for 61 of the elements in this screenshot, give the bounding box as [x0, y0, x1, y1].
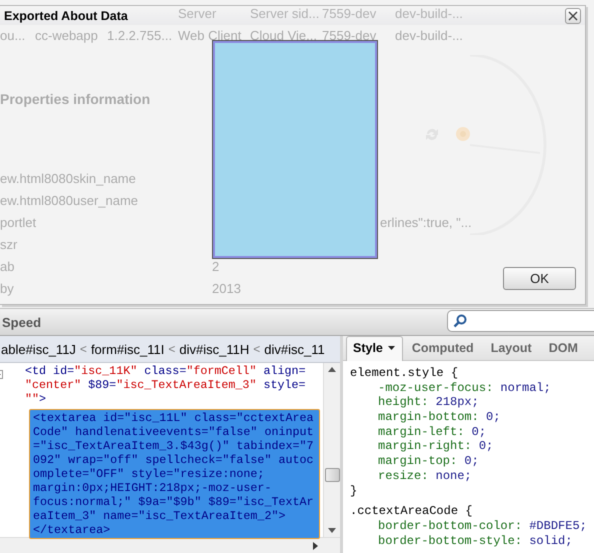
table-cell-text: 7559-dev: [322, 6, 378, 20]
table-cell-text: dev-build-...: [395, 28, 464, 42]
table-cell-text: Cloud Vie...: [250, 28, 318, 42]
css-property: margin-bottom: 0;: [377, 410, 502, 425]
css-property: border-bottom-style: solid;: [377, 534, 574, 548]
breadcrumb-separator: <: [80, 342, 87, 356]
property-value: 2013: [212, 280, 242, 296]
closing-brace: }: [350, 484, 358, 498]
css-property: height: 218px;: [377, 395, 480, 410]
search-icon: [453, 314, 467, 328]
panel-tab[interactable]: Style: [346, 336, 403, 361]
property-name: ab: [0, 258, 16, 274]
code-line: "">: [25, 392, 48, 406]
caret-icon: [388, 346, 395, 350]
section-title: Properties information: [0, 91, 152, 109]
property-name: szr: [0, 236, 18, 252]
code-line: "center" $89="isc_TextAreaItem_3" style=: [25, 378, 307, 392]
close-button[interactable]: [565, 8, 581, 24]
vertical-scrollbar[interactable]: [323, 363, 340, 537]
css-property: margin-left: 0;: [377, 424, 488, 440]
down-arrow-icon[interactable]: [328, 528, 336, 533]
panel-tab[interactable]: DOM: [542, 336, 586, 360]
selected-node[interactable]: [29, 409, 320, 539]
right-arrow-icon[interactable]: [313, 542, 318, 550]
property-name: ew.html8080user_name: [0, 192, 140, 208]
up-arrow-icon[interactable]: [328, 367, 336, 372]
css-property: resize: none;: [377, 468, 473, 484]
table-cell-text: Web Client: [178, 28, 242, 42]
css-property: border-bottom-color: #DBDFE5;: [377, 518, 588, 534]
css-selector: element.style {: [350, 366, 460, 381]
property-name: ew.html8080skin_name: [0, 170, 137, 186]
breadcrumb-item[interactable]: div#isc_11H: [179, 342, 250, 356]
ok-button[interactable]: OK: [503, 267, 576, 290]
search-field[interactable]: [447, 310, 594, 332]
table-cell-text: Server sid...: [250, 6, 320, 20]
scrollbar-thumb[interactable]: [325, 468, 340, 482]
css-property: margin-top: 0;: [377, 454, 480, 469]
dialog-title: Exported About Data: [4, 8, 128, 22]
table-cell-text: ou...: [0, 28, 26, 42]
css-selector: .cctextAreaCode {: [350, 504, 474, 519]
table-cell-text: 7559-dev: [322, 28, 378, 42]
breadcrumb-item[interactable]: form#isc_11I: [90, 342, 164, 356]
breadcrumb-item[interactable]: able#isc_11J: [1, 342, 76, 356]
css-property: margin-right: 0;: [377, 439, 494, 454]
code-line: <td id="isc_11K" class="formCell" align=: [25, 364, 307, 378]
panel-label: Speed: [1, 314, 42, 330]
breadcrumb-item[interactable]: div#isc_11: [264, 342, 325, 356]
panel-tab[interactable]: Computed: [404, 336, 482, 360]
property-name: portlet: [0, 214, 38, 230]
breadcrumb-separator: <: [168, 342, 176, 356]
table-cell-text: Server: [178, 6, 218, 20]
property-name: by: [0, 280, 15, 296]
css-property: -moz-user-focus: normal;: [377, 380, 552, 396]
property-value: 2: [212, 258, 220, 274]
property-value: erlines":true, "...: [380, 214, 473, 230]
table-cell-text: dev-build-...: [395, 6, 464, 20]
close-icon: [568, 10, 578, 20]
table-cell-text: cc-webapp: [35, 28, 99, 42]
breadcrumb-separator: <: [253, 342, 260, 356]
table-cell-text: 1.2.2.755...: [107, 28, 174, 42]
panel-tab[interactable]: Layout: [484, 336, 540, 360]
